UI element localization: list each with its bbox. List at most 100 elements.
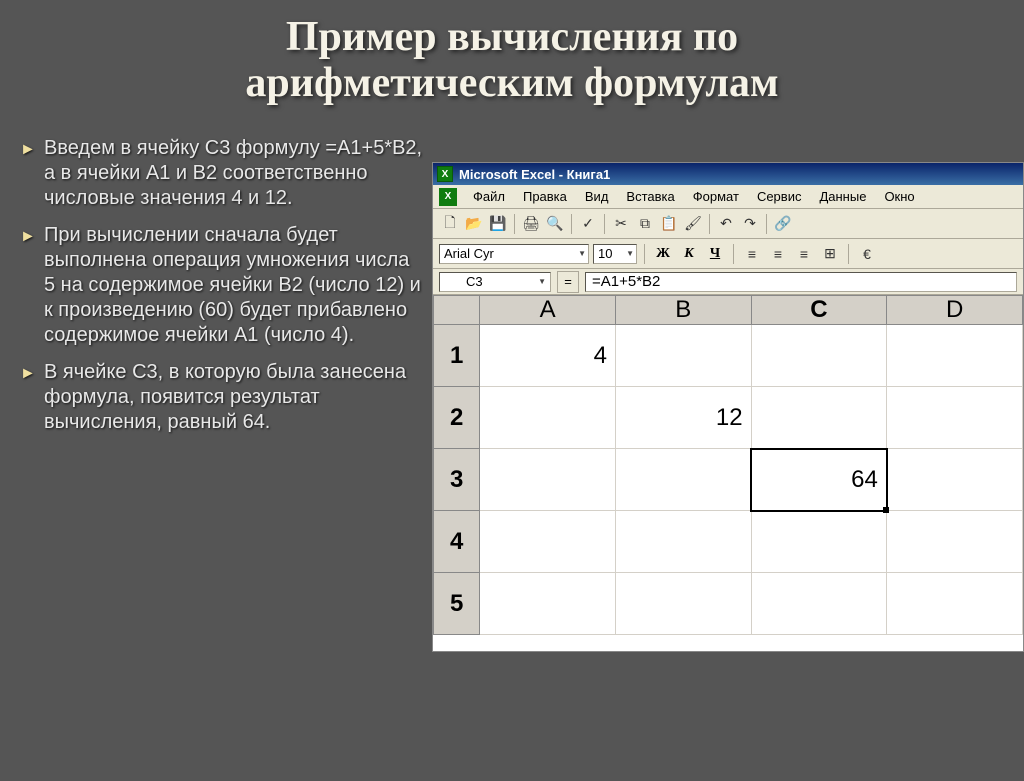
menu-view[interactable]: Вид bbox=[577, 187, 617, 206]
title-line-2: арифметическим формулам bbox=[245, 60, 778, 106]
menu-edit[interactable]: Правка bbox=[515, 187, 575, 206]
print-icon[interactable]: 🖨 bbox=[520, 213, 542, 235]
cell-b2[interactable]: 12 bbox=[615, 387, 751, 449]
cell-a2[interactable] bbox=[480, 387, 616, 449]
excel-menubar: X Файл Правка Вид Вставка Формат Сервис … bbox=[433, 185, 1023, 209]
font-name-select[interactable]: Arial Cyr ▼ bbox=[439, 244, 589, 264]
formatting-toolbar: Arial Cyr ▼ 10 ▼ Ж К Ч ≡ ≡ ≡ ⊞ € bbox=[433, 239, 1023, 269]
save-icon[interactable]: 💾 bbox=[487, 213, 509, 235]
align-right-icon[interactable]: ≡ bbox=[793, 243, 815, 265]
select-all-corner[interactable] bbox=[434, 296, 480, 325]
cell-c2[interactable] bbox=[751, 387, 887, 449]
row-header-5[interactable]: 5 bbox=[434, 573, 480, 635]
excel-titlebar: X Microsoft Excel - Книга1 bbox=[433, 163, 1023, 185]
bullet-marker-icon: ► bbox=[20, 364, 36, 384]
hyperlink-icon[interactable]: 🔗 bbox=[772, 213, 794, 235]
cell-a5[interactable] bbox=[480, 573, 616, 635]
chevron-down-icon: ▼ bbox=[578, 249, 588, 258]
col-header-d[interactable]: D bbox=[887, 296, 1023, 325]
excel-window: X Microsoft Excel - Книга1 X Файл Правка… bbox=[432, 162, 1024, 652]
title-line-1: Пример вычисления по bbox=[286, 14, 738, 60]
cell-a4[interactable] bbox=[480, 511, 616, 573]
col-header-b[interactable]: B bbox=[615, 296, 751, 325]
menu-data[interactable]: Данные bbox=[811, 187, 874, 206]
cell-c5[interactable] bbox=[751, 573, 887, 635]
col-header-c[interactable]: C bbox=[751, 296, 887, 325]
print-preview-icon[interactable]: 🔍 bbox=[544, 213, 566, 235]
formula-bar: C3 ▼ = =A1+5*B2 bbox=[433, 269, 1023, 295]
toolbar-separator bbox=[733, 244, 734, 264]
bullet-text: Введем в ячейку С3 формулу =А1+5*В2, а в… bbox=[44, 137, 422, 209]
undo-icon[interactable]: ↶ bbox=[715, 213, 737, 235]
name-box-value: C3 bbox=[466, 274, 483, 289]
redo-icon[interactable]: ↷ bbox=[739, 213, 761, 235]
cell-b5[interactable] bbox=[615, 573, 751, 635]
cell-d4[interactable] bbox=[887, 511, 1023, 573]
col-header-a[interactable]: A bbox=[480, 296, 616, 325]
toolbar-separator bbox=[571, 214, 572, 234]
cell-d1[interactable] bbox=[887, 325, 1023, 387]
align-center-icon[interactable]: ≡ bbox=[767, 243, 789, 265]
cell-a3[interactable] bbox=[480, 449, 616, 511]
font-name-value: Arial Cyr bbox=[444, 246, 494, 261]
cell-c4[interactable] bbox=[751, 511, 887, 573]
row-header-1[interactable]: 1 bbox=[434, 325, 480, 387]
cell-d5[interactable] bbox=[887, 573, 1023, 635]
toolbar-separator bbox=[848, 244, 849, 264]
bullet-marker-icon: ► bbox=[20, 227, 36, 247]
paste-icon[interactable]: 📋 bbox=[658, 213, 680, 235]
excel-app-icon: X bbox=[437, 166, 453, 182]
excel-doc-icon: X bbox=[439, 188, 457, 206]
toolbar-separator bbox=[514, 214, 515, 234]
cell-c1[interactable] bbox=[751, 325, 887, 387]
cell-d3[interactable] bbox=[887, 449, 1023, 511]
spreadsheet-grid[interactable]: A B C D 1 4 2 12 3 bbox=[433, 295, 1023, 652]
toolbar-separator bbox=[766, 214, 767, 234]
cell-b4[interactable] bbox=[615, 511, 751, 573]
bullet-list: ► Введем в ячейку С3 формулу =А1+5*В2, а… bbox=[0, 136, 425, 447]
cell-a1[interactable]: 4 bbox=[480, 325, 616, 387]
merge-cells-icon[interactable]: ⊞ bbox=[819, 243, 841, 265]
formula-input[interactable]: =A1+5*B2 bbox=[585, 272, 1017, 292]
cell-d2[interactable] bbox=[887, 387, 1023, 449]
bullet-text: В ячейке С3, в которую была занесена фор… bbox=[44, 361, 406, 433]
currency-icon[interactable]: € bbox=[856, 243, 878, 265]
menu-file[interactable]: Файл bbox=[465, 187, 513, 206]
slide-title: Пример вычисления по арифметическим форм… bbox=[0, 14, 1024, 106]
format-painter-icon[interactable]: 🖌 bbox=[682, 213, 704, 235]
toolbar-separator bbox=[604, 214, 605, 234]
bullet-item: ► При вычислении сначала будет выполнена… bbox=[20, 223, 425, 348]
row-header-3[interactable]: 3 bbox=[434, 449, 480, 511]
copy-icon[interactable]: ⧉ bbox=[634, 213, 656, 235]
font-size-value: 10 bbox=[598, 246, 612, 261]
menu-window[interactable]: Окно bbox=[876, 187, 922, 206]
menu-format[interactable]: Формат bbox=[685, 187, 747, 206]
toolbar-separator bbox=[644, 244, 645, 264]
underline-button[interactable]: Ч bbox=[704, 243, 726, 265]
formula-text: =A1+5*B2 bbox=[592, 273, 660, 290]
new-file-icon[interactable]: 🗋 bbox=[439, 213, 461, 235]
font-size-select[interactable]: 10 ▼ bbox=[593, 244, 637, 264]
spellcheck-icon[interactable]: ✓ bbox=[577, 213, 599, 235]
menu-insert[interactable]: Вставка bbox=[618, 187, 682, 206]
align-left-icon[interactable]: ≡ bbox=[741, 243, 763, 265]
cut-icon[interactable]: ✂ bbox=[610, 213, 632, 235]
cell-b1[interactable] bbox=[615, 325, 751, 387]
standard-toolbar: 🗋 📂 💾 🖨 🔍 ✓ ✂ ⧉ 📋 🖌 ↶ ↷ 🔗 bbox=[433, 209, 1023, 239]
open-file-icon[interactable]: 📂 bbox=[463, 213, 485, 235]
row-header-4[interactable]: 4 bbox=[434, 511, 480, 573]
chevron-down-icon: ▼ bbox=[626, 249, 636, 258]
cell-c3[interactable]: 64 bbox=[751, 449, 887, 511]
name-box[interactable]: C3 ▼ bbox=[439, 272, 551, 292]
menu-tools[interactable]: Сервис bbox=[749, 187, 810, 206]
equals-button[interactable]: = bbox=[557, 271, 579, 293]
row-header-2[interactable]: 2 bbox=[434, 387, 480, 449]
bullet-text: При вычислении сначала будет выполнена о… bbox=[44, 224, 421, 346]
italic-button[interactable]: К bbox=[678, 243, 700, 265]
chevron-down-icon: ▼ bbox=[538, 277, 548, 286]
bullet-marker-icon: ► bbox=[20, 140, 36, 160]
bullet-item: ► В ячейке С3, в которую была занесена ф… bbox=[20, 360, 425, 435]
cell-b3[interactable] bbox=[615, 449, 751, 511]
toolbar-separator bbox=[709, 214, 710, 234]
bold-button[interactable]: Ж bbox=[652, 243, 674, 265]
